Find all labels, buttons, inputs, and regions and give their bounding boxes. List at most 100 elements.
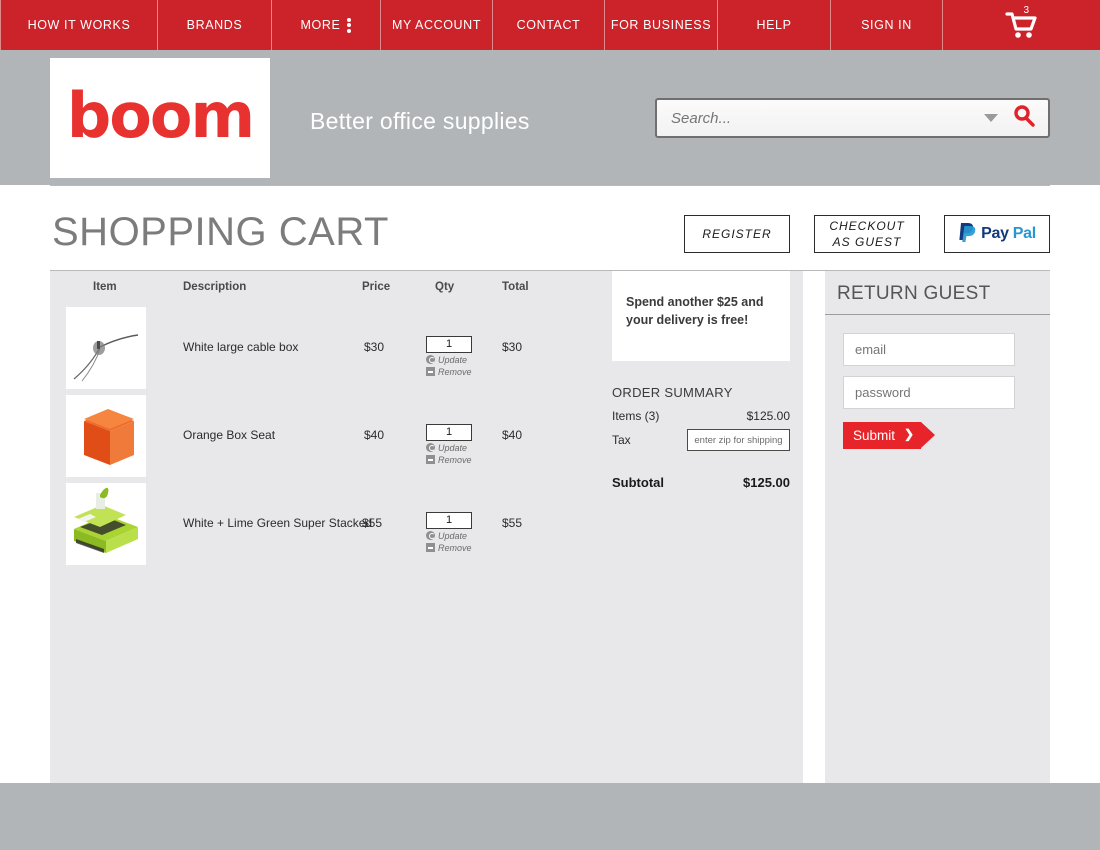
footer-band	[0, 783, 1100, 850]
row-total: $40	[502, 428, 523, 442]
update-link-label: Update	[438, 530, 468, 541]
update-link-label: Update	[438, 354, 468, 365]
summary-tax-label: Tax	[612, 433, 631, 447]
search-input[interactable]	[657, 108, 984, 128]
nav-item-sign-in[interactable]: SIGN IN	[831, 0, 943, 50]
remove-link[interactable]: Remove	[426, 455, 472, 465]
white-cable-box-thumbnail[interactable]	[66, 307, 146, 389]
column-header-total: Total	[502, 281, 529, 293]
qty-controls: Update Remove	[426, 422, 472, 465]
update-link-label: Update	[438, 442, 468, 453]
subtotal-label: Subtotal	[612, 475, 664, 490]
qty-controls: Update Remove	[426, 334, 472, 377]
nav-item-brands[interactable]: BRANDS	[158, 0, 272, 50]
submit-button[interactable]: Submit ❯	[843, 422, 935, 449]
guest-button-label-line1: CHECKOUT	[829, 218, 905, 233]
search-bar[interactable]	[655, 98, 1050, 138]
paypal-pal-text: Pal	[1012, 225, 1036, 243]
row-price: $30	[364, 340, 385, 354]
nav-label: SIGN IN	[861, 18, 912, 32]
paypal-checkout-button[interactable]: Pay Pal	[944, 215, 1050, 253]
nav-label: FOR BUSINESS	[610, 18, 712, 32]
shopping-cart-icon: 3	[1004, 5, 1039, 41]
column-header-description: Description	[183, 281, 247, 293]
return-guest-title: RETURN GUEST	[837, 283, 991, 304]
register-button[interactable]: REGISTER	[684, 215, 790, 253]
quantity-input[interactable]	[426, 335, 472, 353]
return-guest-panel: RETURN GUEST Submit ❯	[825, 271, 1050, 783]
nav-item-contact[interactable]: CONTACT	[493, 0, 605, 50]
nav-item-how-it-works[interactable]: HOW IT WORKS	[0, 0, 158, 50]
tagline: Better office supplies	[310, 108, 530, 134]
quantity-input[interactable]	[426, 423, 472, 441]
nav-label: CONTACT	[516, 18, 581, 32]
return-guest-form: Submit ❯	[825, 315, 1050, 449]
summary-items-label: Items (3)	[612, 409, 660, 423]
cart-panel: Item Description Price Qty Total White l…	[50, 271, 803, 783]
chevron-down-icon[interactable]	[984, 114, 998, 122]
nav-item-cart[interactable]: 3	[943, 0, 1100, 50]
remove-link-label: Remove	[438, 542, 472, 553]
refresh-icon	[426, 531, 435, 540]
page-content: SHOPPING CART REGISTER CHECKOUT AS GUEST…	[50, 185, 1050, 783]
row-description: White large cable box	[183, 340, 299, 354]
nav-item-my-account[interactable]: MY ACCOUNT	[381, 0, 493, 50]
password-field[interactable]	[843, 376, 1015, 409]
nav-label: BRANDS	[186, 18, 243, 32]
refresh-icon	[426, 443, 435, 452]
order-summary-title: ORDER SUMMARY	[612, 385, 733, 400]
nav-item-help[interactable]: HELP	[718, 0, 831, 50]
orange-box-seat-thumbnail[interactable]	[66, 395, 146, 477]
email-field[interactable]	[843, 333, 1015, 366]
cart-count-badge: 3	[1023, 5, 1030, 16]
brand-logo[interactable]: boom	[50, 58, 270, 178]
free-delivery-promo: Spend another $25 and your delivery is f…	[612, 271, 790, 361]
page-title: SHOPPING CART	[52, 210, 389, 254]
remove-link[interactable]: Remove	[426, 543, 472, 553]
update-link[interactable]: Update	[426, 355, 472, 365]
update-link[interactable]: Update	[426, 443, 472, 453]
promo-line-1: Spend another $25 and	[626, 295, 764, 309]
order-summary-column: Spend another $25 and your delivery is f…	[612, 271, 790, 490]
promo-line-2: your delivery is free!	[626, 313, 749, 328]
quantity-input[interactable]	[426, 511, 472, 529]
paypal-logo-icon	[958, 221, 977, 246]
row-price: $55	[362, 516, 383, 530]
row-description: White + Lime Green Super Stacked	[183, 516, 373, 530]
header-band: boom Better office supplies	[0, 50, 1100, 185]
submit-button-label: Submit	[853, 428, 896, 443]
top-navigation-bar: HOW IT WORKS BRANDS MORE MY ACCOUNT CONT…	[0, 0, 1100, 50]
lime-green-stacked-thumbnail[interactable]	[66, 483, 146, 565]
subtotal-value: $125.00	[743, 475, 790, 490]
column-header-price: Price	[362, 281, 391, 293]
summary-items-row: Items (3) $125.00	[612, 409, 790, 423]
remove-icon	[426, 455, 435, 464]
nav-label: HOW IT WORKS	[27, 18, 131, 32]
remove-link-label: Remove	[438, 366, 472, 377]
submit-arrow-shape	[921, 422, 935, 448]
magnifier-icon[interactable]	[1012, 104, 1036, 133]
nav-label: MY ACCOUNT	[391, 18, 482, 32]
summary-subtotal-row: Subtotal $125.00	[612, 475, 790, 490]
checkout-as-guest-button[interactable]: CHECKOUT AS GUEST	[814, 215, 920, 253]
zip-input-placeholder: enter zip for shipping	[694, 434, 783, 446]
zip-input[interactable]: enter zip for shipping	[687, 429, 790, 451]
row-total: $30	[502, 340, 523, 354]
paypal-pay-text: Pay	[981, 225, 1009, 243]
nav-item-more[interactable]: MORE	[272, 0, 381, 50]
remove-link[interactable]: Remove	[426, 367, 472, 377]
checkout-actions: REGISTER CHECKOUT AS GUEST Pay Pal	[684, 215, 1050, 253]
nav-item-for-business[interactable]: FOR BUSINESS	[605, 0, 718, 50]
guest-button-label-line2: AS GUEST	[832, 235, 902, 249]
row-price: $40	[364, 428, 385, 442]
chevron-right-icon: ❯	[904, 427, 915, 441]
summary-tax-row: Tax enter zip for shipping	[612, 429, 790, 451]
register-button-label: REGISTER	[702, 226, 772, 241]
remove-link-label: Remove	[438, 454, 472, 465]
nav-label: HELP	[756, 18, 792, 32]
table-row: White + Lime Green Super Stacked $55 Upd…	[50, 480, 803, 568]
summary-items-value: $125.00	[746, 409, 790, 423]
nav-label: MORE	[300, 18, 341, 32]
update-link[interactable]: Update	[426, 531, 472, 541]
remove-icon	[426, 367, 435, 376]
